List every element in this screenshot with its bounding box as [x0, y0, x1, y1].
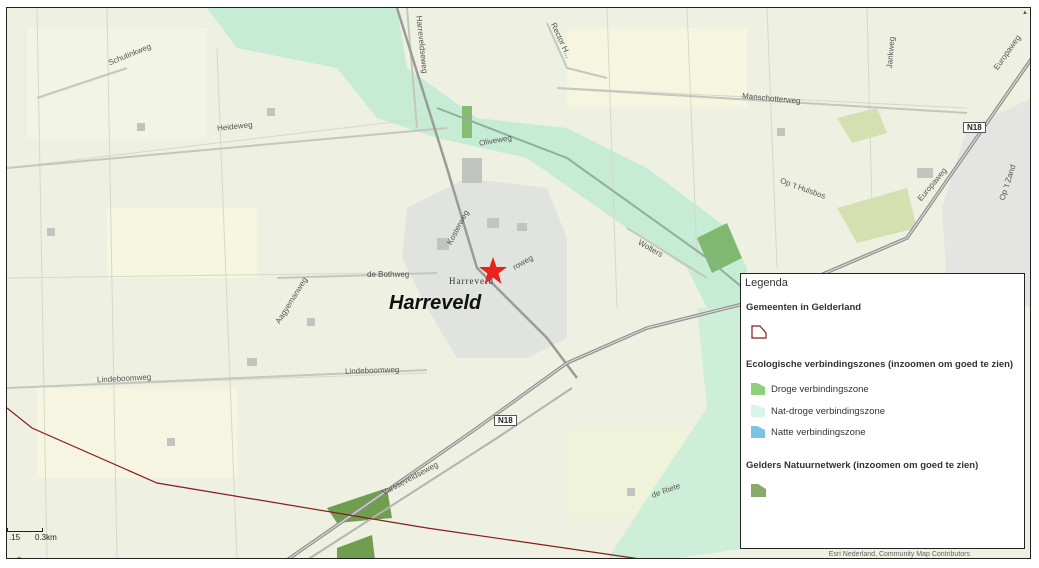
droge-swatch-icon — [751, 383, 765, 395]
legend-section-gemeenten: Gemeenten in Gelderland — [746, 302, 862, 313]
scale-bar-line — [7, 528, 43, 532]
natuur-swatch-icon — [751, 484, 766, 497]
natte-swatch-icon — [751, 426, 765, 438]
scale-label-right: 0.3km — [35, 533, 57, 542]
legend-section-natuur: Gelders Natuurnetwerk (inzoomen om goed … — [746, 460, 979, 471]
scroll-up-icon[interactable]: ▲ — [1022, 10, 1028, 18]
n18-shield: N18 — [494, 415, 517, 426]
nat-droge-swatch-icon — [751, 405, 765, 417]
legend-panel: Legenda Gemeenten in Gelderland Ecologis… — [740, 273, 1025, 549]
field-area — [27, 28, 207, 138]
town-label: Harreveld — [389, 292, 482, 314]
legend-section-eco: Ecologische verbindingszones (inzoomen o… — [746, 359, 1014, 370]
scale-label-left: .15 — [9, 533, 21, 542]
road-label: de Bothweg — [367, 270, 410, 279]
field-area — [107, 208, 257, 278]
legend-title: Legenda — [745, 277, 788, 289]
red-star-marker[interactable] — [478, 256, 508, 286]
legend-item-nat-droge: Nat-droge verbindingszone — [751, 404, 885, 418]
legend-item-label: Droge verbindingszone — [771, 383, 869, 395]
field-area — [37, 388, 237, 478]
gemeente-swatch-icon — [751, 325, 767, 339]
n18-shield: N18 — [963, 122, 986, 133]
scale-bar: .15 0.3km — [7, 518, 67, 542]
legend-item-label: Natte verbindingszone — [771, 426, 866, 438]
nature-patch — [462, 106, 472, 138]
map-attribution: Esri Nederland, Community Map Contributo… — [828, 551, 970, 558]
legend-item-natte: Natte verbindingszone — [751, 425, 866, 439]
road-label: Lindeboomweg — [344, 365, 400, 376]
legend-item-droge: Droge verbindingszone — [751, 382, 869, 396]
legend-item-label: Nat-droge verbindingszone — [771, 405, 886, 417]
